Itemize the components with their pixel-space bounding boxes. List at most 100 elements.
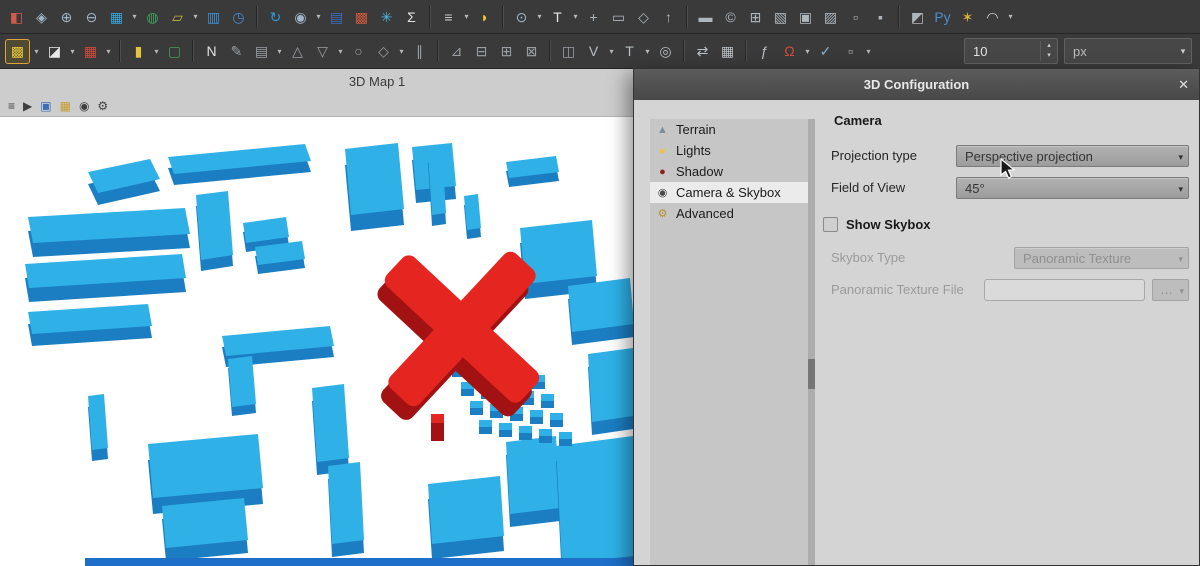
scrollbar-handle[interactable] (808, 359, 815, 389)
unit-combobox-value[interactable]: px (1065, 44, 1175, 59)
draw-arc-icon[interactable]: ◠ (981, 5, 1004, 28)
projection-type-combobox[interactable]: Perspective projection ▾ (956, 145, 1189, 167)
configure-icon[interactable]: ⚙ (97, 100, 108, 112)
dropdown-arrow-icon[interactable]: ▾ (397, 47, 406, 56)
zoom-out-icon[interactable]: ⊖ (80, 5, 103, 28)
add-circle-icon[interactable]: ○ (347, 40, 370, 63)
gradient-style-icon[interactable]: ◪ (43, 40, 66, 63)
dropdown-arrow-icon[interactable]: ▾ (607, 47, 616, 56)
attribute-table-icon[interactable]: ▦ (716, 40, 739, 63)
new-layer-icon[interactable]: ▢ (163, 40, 186, 63)
split-features-icon[interactable]: ◫ (557, 40, 580, 63)
toolbox-menu-icon[interactable]: ≡ (437, 5, 460, 28)
parallel-digitize-icon[interactable]: ∥ (408, 40, 431, 63)
dialog-titlebar[interactable]: 3D Configuration ✕ (634, 69, 1199, 100)
dropdown-arrow-icon[interactable]: ▾ (275, 47, 284, 56)
dropdown-arrow-icon[interactable]: ▾ (104, 47, 113, 56)
save-image-icon[interactable]: ▣ (40, 100, 51, 112)
map-tips-icon[interactable]: ◗ (473, 5, 496, 28)
snapping-magnet-icon[interactable]: Ω (778, 40, 801, 63)
sum-statistics-icon[interactable]: Σ (400, 5, 423, 28)
select-by-expression-icon[interactable]: ▨ (819, 5, 842, 28)
zoom-in-icon[interactable]: ⊕ (55, 5, 78, 28)
toggle-editing-icon[interactable]: ✎ (225, 40, 248, 63)
annotation-text-icon[interactable]: T (618, 40, 641, 63)
temporal-controller-icon[interactable]: ◷ (227, 5, 250, 28)
refresh-map-icon[interactable]: ↻ (264, 5, 287, 28)
dropdown-arrow-icon[interactable]: ▾ (462, 12, 471, 21)
export-scene-icon[interactable]: ▦ (60, 100, 71, 112)
spin-up-icon[interactable]: ▴ (1041, 41, 1057, 51)
raster-calculator-icon[interactable]: ▩ (350, 5, 373, 28)
layout-extent-icon[interactable]: ▧ (769, 5, 792, 28)
dropdown-arrow-icon[interactable]: ▾ (152, 47, 161, 56)
dialog-page-terrain[interactable]: ▲Terrain (650, 119, 808, 140)
select-all-icon[interactable]: ▪ (869, 5, 892, 28)
current-edits-icon[interactable]: ▩ (5, 39, 30, 64)
dropdown-arrow-icon[interactable]: ▾ (864, 47, 873, 56)
dropdown-arrow-icon[interactable]: ▾ (191, 12, 200, 21)
add-polygon-icon[interactable]: ▽ (311, 40, 334, 63)
statistical-summary-icon[interactable]: ▥ (202, 5, 225, 28)
scale-bar-icon[interactable]: ▬ (694, 5, 717, 28)
tracing-icon[interactable]: ▫ (839, 40, 862, 63)
text-annotation-icon[interactable]: T (546, 5, 569, 28)
add-triangle-icon[interactable]: ⊿ (445, 40, 468, 63)
layer-styling-icon[interactable]: ▦ (79, 40, 102, 63)
style-manager-icon[interactable]: ◧ (5, 5, 28, 28)
dropdown-arrow-icon[interactable]: ▾ (68, 47, 77, 56)
target-tool-icon[interactable]: ◎ (654, 40, 677, 63)
save-edits-icon[interactable]: ▤ (250, 40, 273, 63)
add-feature-icon[interactable]: △ (286, 40, 309, 63)
camera-control-icon[interactable]: ≡ (8, 100, 15, 112)
label-size-spinbox[interactable]: 10 ▴ ▾ (964, 38, 1058, 64)
dropdown-arrow-icon[interactable]: ▾ (643, 47, 652, 56)
html-annotation-icon[interactable]: ▭ (607, 5, 630, 28)
python-console-icon[interactable]: Py (931, 5, 954, 28)
dropdown-arrow-icon[interactable]: ▾ (336, 47, 345, 56)
dropdown-arrow-icon[interactable]: ▾ (1006, 12, 1015, 21)
swap-geometry-icon[interactable]: ⇄ (691, 40, 714, 63)
deselect-features-icon[interactable]: ▫ (844, 5, 867, 28)
dropdown-arrow-icon[interactable]: ▾ (314, 12, 323, 21)
chevron-down-icon[interactable]: ▾ (1175, 46, 1191, 57)
close-icon[interactable]: ✕ (1178, 69, 1189, 100)
labeling-icon[interactable]: ▮ (127, 40, 150, 63)
svg-annotation-icon[interactable]: ◇ (632, 5, 655, 28)
dialog-page-camera-skybox[interactable]: ◉Camera & Skybox (650, 182, 808, 203)
dialog-page-lights[interactable]: ●Lights (650, 140, 808, 161)
vertex-tool-icon[interactable]: V (582, 40, 605, 63)
dropdown-arrow-icon[interactable]: ▾ (571, 12, 580, 21)
field-calculator-icon[interactable]: ƒ (753, 40, 776, 63)
grid-decoration-icon[interactable]: ⊞ (744, 5, 767, 28)
topology-check-icon[interactable]: ✓ (814, 40, 837, 63)
field-of-view-combobox[interactable]: 45° ▾ (956, 177, 1189, 199)
show-skybox-checkbox[interactable] (823, 217, 838, 232)
report-bug-icon[interactable]: ✶ (956, 5, 979, 28)
dialog-page-advanced[interactable]: ⚙Advanced (650, 203, 808, 224)
invert-selection-icon[interactable]: ◩ (906, 5, 929, 28)
show-visibility-icon[interactable]: ◉ (79, 100, 89, 112)
zoom-to-selection-icon[interactable]: ⊙ (510, 5, 533, 28)
identify-features-icon[interactable]: ◍ (141, 5, 164, 28)
dropdown-arrow-icon[interactable]: ▾ (130, 12, 139, 21)
north-tool-icon[interactable]: N (200, 40, 223, 63)
spinbox-steppers[interactable]: ▴ ▾ (1040, 41, 1057, 61)
layout-manager-icon[interactable]: ▣ (794, 5, 817, 28)
log-messages-icon[interactable]: ▤ (325, 5, 348, 28)
copyright-label-icon[interactable]: © (719, 5, 742, 28)
dropdown-arrow-icon[interactable]: ▾ (535, 12, 544, 21)
move-feature-icon[interactable]: ⊟ (470, 40, 493, 63)
add-rectangle-icon[interactable]: ◇ (372, 40, 395, 63)
zoom-full-icon[interactable]: ◉ (289, 5, 312, 28)
copy-feature-icon[interactable]: ⊞ (495, 40, 518, 63)
move-annotation-icon[interactable]: + (582, 5, 605, 28)
measure-icon[interactable]: ▱ (166, 5, 189, 28)
north-arrow-icon[interactable]: ↑ (657, 5, 680, 28)
freeze-view-icon[interactable]: ✳ (375, 5, 398, 28)
spin-down-icon[interactable]: ▾ (1041, 51, 1057, 61)
delete-feature-icon[interactable]: ⊠ (520, 40, 543, 63)
spinbox-value[interactable]: 10 (965, 44, 1040, 59)
dropdown-arrow-icon[interactable]: ▾ (32, 47, 41, 56)
dropdown-arrow-icon[interactable]: ▾ (803, 47, 812, 56)
